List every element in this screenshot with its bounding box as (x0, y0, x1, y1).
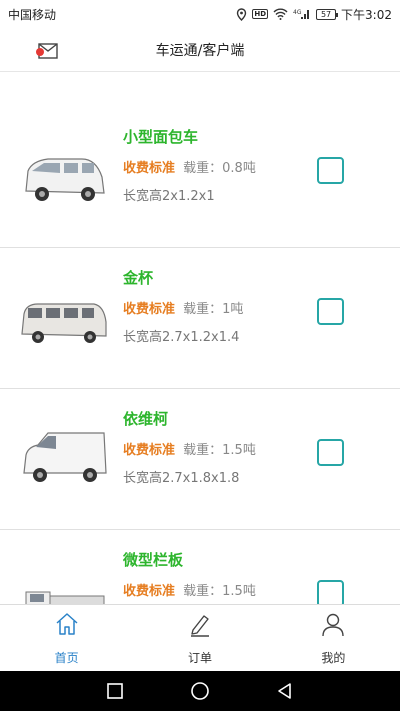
fee-row: 收费标准 载重：1.5吨 (123, 439, 256, 458)
vehicle-select-checkbox[interactable] (317, 298, 344, 325)
vehicle-name: 金杯 (123, 269, 154, 287)
load-capacity: 载重：0.8吨 (183, 161, 256, 176)
battery-icon: 57 (316, 8, 339, 20)
vehicle-card[interactable]: 依维柯 收费标准 载重：1.5吨 长宽高2.7x1.8x1.8 (0, 389, 400, 530)
home-circle-icon[interactable] (190, 681, 210, 701)
tab-orders[interactable]: 订单 (133, 605, 266, 671)
vehicle-card[interactable]: 微型栏板 收费标准 载重：1.5吨 (0, 530, 400, 604)
vehicle-list[interactable]: 小型面包车 收费标准 载重：0.8吨 长宽高2x1.2x1 金杯 收费标准 载重… (0, 72, 400, 604)
vehicle-name: 微型栏板 (123, 551, 184, 569)
clock-label: 下午3:02 (341, 7, 392, 22)
tab-home[interactable]: 首页 (0, 605, 133, 671)
load-capacity: 载重：1吨 (183, 302, 244, 317)
fee-standard-link[interactable]: 收费标准 (123, 443, 175, 458)
vehicle-select-checkbox[interactable] (317, 157, 344, 184)
fee-standard-link[interactable]: 收费标准 (123, 584, 175, 599)
page-title: 车运通/客户端 (155, 42, 245, 59)
vehicle-name: 小型面包车 (123, 128, 199, 146)
fee-standard-link[interactable]: 收费标准 (123, 302, 175, 317)
vehicle-dimensions: 长宽高2x1.2x1 (123, 189, 215, 204)
signal-icon: 4G (293, 8, 311, 20)
flatbed-truck-image (25, 591, 105, 604)
vehicle-card[interactable]: 金杯 收费标准 载重：1吨 长宽高2.7x1.2x1.4 (0, 248, 400, 389)
carrier-label: 中国移动 (8, 7, 57, 22)
hd-icon: HD (252, 9, 269, 19)
vehicle-card[interactable]: 小型面包车 收费标准 载重：0.8吨 长宽高2x1.2x1 (0, 107, 400, 248)
back-icon[interactable] (276, 682, 294, 700)
location-icon (236, 7, 247, 21)
vehicle-dimensions: 长宽高2.7x1.2x1.4 (123, 330, 240, 345)
tab-profile[interactable]: 我的 (267, 605, 400, 671)
tab-profile-label: 我的 (321, 651, 346, 665)
system-nav-bar (0, 671, 400, 711)
cargo-van-image (23, 432, 107, 482)
pencil-icon (190, 615, 209, 637)
vehicle-name: 依维柯 (123, 410, 169, 428)
fee-row: 收费标准 载重：1吨 (123, 298, 243, 317)
user-icon (322, 613, 345, 637)
fee-row: 收费标准 载重：0.8吨 (123, 157, 256, 176)
van-image (21, 303, 107, 343)
recent-apps-icon[interactable] (106, 682, 124, 700)
network-type-label: 4G (293, 9, 302, 16)
header: 车运通/客户端 (0, 28, 400, 72)
load-capacity: 载重：1.5吨 (183, 584, 256, 599)
tab-orders-label: 订单 (187, 651, 212, 665)
status-icons: HD 4G 57 下午3:02 (236, 6, 392, 23)
vehicle-select-checkbox[interactable] (317, 580, 344, 604)
vehicle-select-checkbox[interactable] (317, 439, 344, 466)
fee-standard-link[interactable]: 收费标准 (123, 161, 175, 176)
load-capacity: 载重：1.5吨 (183, 443, 256, 458)
status-bar: 中国移动 HD 4G 57 下午3:02 (0, 0, 400, 28)
bottom-tab-bar: 首页 订单 我的 (0, 604, 400, 671)
vehicle-dimensions: 长宽高2.7x1.8x1.8 (123, 471, 240, 486)
tab-home-label: 首页 (54, 651, 79, 665)
mail-notification-icon[interactable] (34, 42, 60, 60)
fee-row: 收费标准 载重：1.5吨 (123, 580, 256, 599)
wifi-icon (273, 8, 288, 20)
home-icon (56, 613, 78, 635)
minivan-image (25, 158, 105, 201)
